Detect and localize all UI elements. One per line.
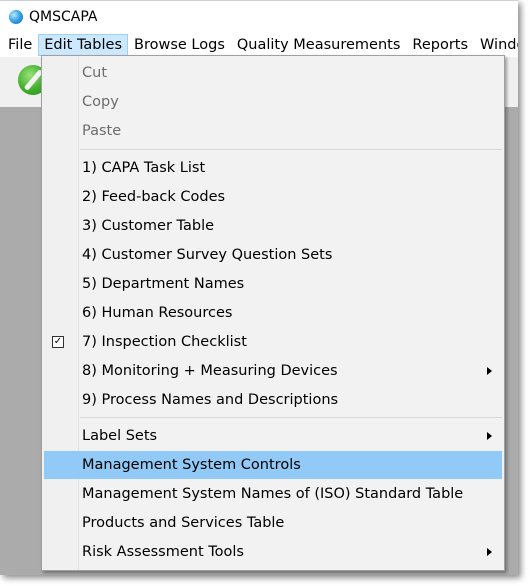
submenu-arrow-icon [487, 432, 492, 440]
submenu-arrow-icon [487, 548, 492, 556]
menu-item-label: Management System Names of (ISO) Standar… [82, 486, 464, 502]
menu-item-human-resources[interactable]: 6) Human Resources [44, 299, 502, 327]
menu-item-management-system-names[interactable]: Management System Names of (ISO) Standar… [44, 480, 502, 508]
menu-browse-logs[interactable]: Browse Logs [128, 34, 231, 56]
submenu-arrow-icon [487, 367, 492, 375]
menu-item-label: 9) Process Names and Descriptions [82, 392, 339, 408]
menu-item-label: 5) Department Names [82, 276, 245, 292]
menu-item-label: Risk Assessment Tools [82, 544, 244, 560]
menu-item-label: Management System Controls [82, 457, 301, 473]
menu-item-label: 4) Customer Survey Question Sets [82, 247, 333, 263]
menu-reports[interactable]: Reports [406, 34, 474, 56]
menu-item-label: 1) CAPA Task List [82, 160, 206, 176]
menu-separator [80, 149, 502, 150]
menu-file[interactable]: File [0, 34, 38, 56]
menu-item-label: Label Sets [82, 428, 158, 444]
menu-item-label: Cut [82, 65, 107, 81]
menu-item-cut[interactable]: Cut [44, 59, 502, 87]
menu-separator [80, 417, 502, 418]
menu-quality-measurements[interactable]: Quality Measurements [231, 34, 407, 56]
menu-item-monitoring-measuring-devices[interactable]: 8) Monitoring + Measuring Devices [44, 357, 502, 385]
menu-item-label: 3) Customer Table [82, 218, 215, 234]
menu-item-management-system-controls[interactable]: Management System Controls [44, 451, 502, 479]
menu-item-copy[interactable]: Copy [44, 88, 502, 116]
menu-item-label: Copy [82, 94, 119, 110]
edit-tables-dropdown: Cut Copy Paste 1) CAPA Task List 2) Feed… [41, 55, 505, 571]
app-globe-icon [9, 10, 23, 24]
menu-item-capa-task-list[interactable]: 1) CAPA Task List [44, 154, 502, 182]
menu-window[interactable]: Windo [474, 34, 518, 56]
menu-item-department-names[interactable]: 5) Department Names [44, 270, 502, 298]
menu-edit-tables[interactable]: Edit Tables [38, 34, 129, 56]
title-bar: QMSCAPA [0, 1, 518, 33]
menu-item-label: 6) Human Resources [82, 305, 233, 321]
window-title: QMSCAPA [29, 9, 98, 25]
menu-item-products-services-table[interactable]: Products and Services Table [44, 509, 502, 537]
checkmark-icon: ✓ [52, 336, 64, 348]
menu-item-customer-survey-question-sets[interactable]: 4) Customer Survey Question Sets [44, 241, 502, 269]
menu-item-label-sets[interactable]: Label Sets [44, 422, 502, 450]
menu-item-inspection-checklist[interactable]: ✓ 7) Inspection Checklist [44, 328, 502, 356]
menu-bar: File Edit Tables Browse Logs Quality Mea… [0, 33, 518, 57]
menu-item-label: Products and Services Table [82, 515, 285, 531]
menu-item-feedback-codes[interactable]: 2) Feed-back Codes [44, 183, 502, 211]
menu-item-customer-table[interactable]: 3) Customer Table [44, 212, 502, 240]
menu-item-risk-assessment-tools[interactable]: Risk Assessment Tools [44, 538, 502, 566]
menu-item-paste[interactable]: Paste [44, 117, 502, 145]
menu-item-label: 7) Inspection Checklist [82, 334, 247, 350]
menu-item-label: 8) Monitoring + Measuring Devices [82, 363, 338, 379]
menu-item-label: Paste [82, 123, 122, 139]
menu-item-label: 2) Feed-back Codes [82, 189, 226, 205]
menu-item-process-names[interactable]: 9) Process Names and Descriptions [44, 386, 502, 414]
